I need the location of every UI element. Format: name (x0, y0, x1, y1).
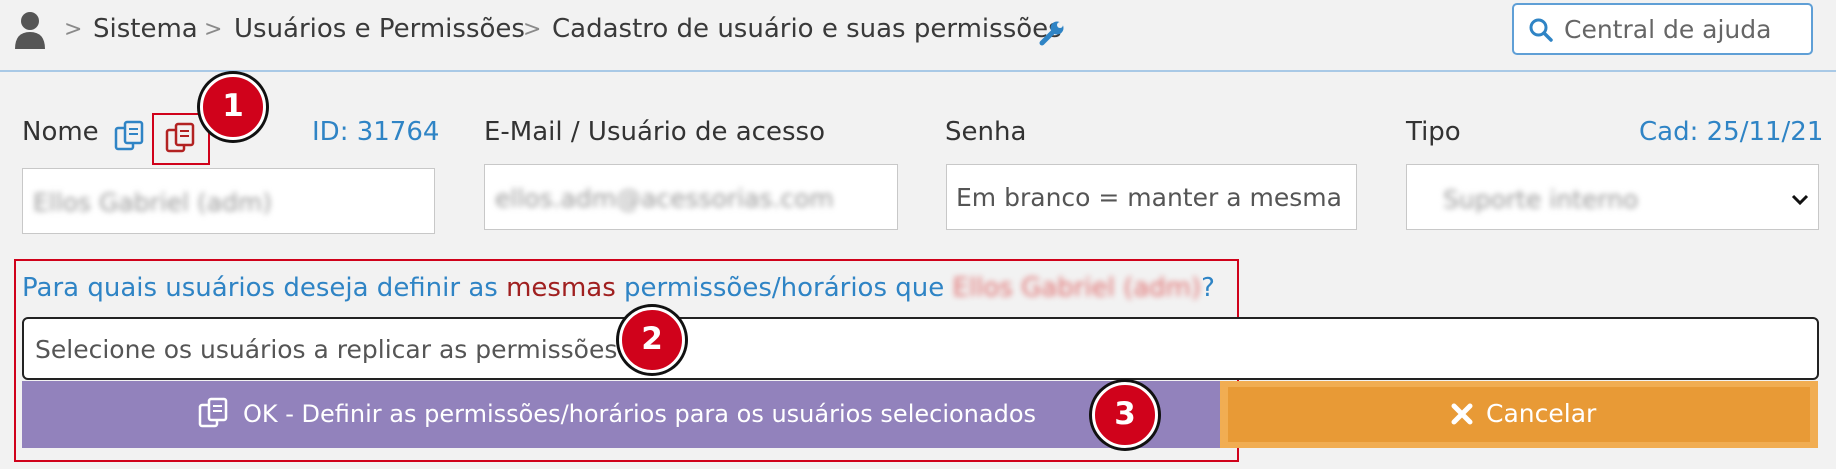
replicate-permissions-button[interactable] (152, 113, 210, 165)
breadcrumb-item-usuarios[interactable]: Usuários e Permissões (234, 14, 525, 44)
users-select-placeholder: Selecione os usuários a replicar as perm… (35, 335, 618, 364)
senha-label: Senha (945, 117, 1027, 147)
wrench-icon[interactable] (1039, 20, 1065, 50)
search-icon (1528, 17, 1554, 47)
replicate-question: Para quais usuários deseja definir as me… (22, 273, 1215, 303)
ok-apply-permissions-button[interactable]: OK - Definir as permissões/horários para… (22, 381, 1220, 448)
tipo-select[interactable]: Suporte interno (1406, 164, 1819, 230)
question-middle: permissões/horários que (615, 273, 953, 303)
senha-placeholder: Em branco = manter a mesma (956, 183, 1342, 212)
top-bar: > Sistema > Usuários e Permissões > Cada… (0, 0, 1836, 72)
ok-button-label: OK - Definir as permissões/horários para… (243, 400, 1037, 428)
breadcrumb-item-sistema[interactable]: Sistema (93, 14, 198, 44)
cancel-button-label: Cancelar (1486, 399, 1597, 428)
breadcrumb-separator: > (523, 17, 542, 42)
breadcrumb-item-current: Cadastro de usuário e suas permissões (552, 14, 1062, 44)
email-value: ellos.adm@acessorias.com (495, 184, 834, 213)
annotation-badge-2: 2 (619, 307, 685, 373)
annotation-badge-1: 1 (200, 74, 266, 140)
cad-date: Cad: 25/11/21 (1639, 117, 1824, 147)
question-user: Ellos Gabriel (adm) (952, 273, 1202, 303)
chevron-down-icon (1791, 191, 1809, 210)
question-suffix: ? (1201, 273, 1215, 303)
question-prefix: Para quais usuários deseja definir as (22, 273, 507, 303)
nome-value: Ellos Gabriel (adm) (33, 188, 273, 217)
cancel-button[interactable]: Cancelar (1220, 381, 1818, 448)
email-input[interactable]: ellos.adm@acessorias.com (484, 164, 898, 230)
nome-label: Nome (22, 117, 99, 147)
copy-icon (197, 396, 231, 434)
help-center-search[interactable]: Central de ajuda (1512, 3, 1813, 55)
breadcrumb-separator: > (64, 17, 83, 42)
close-icon (1450, 402, 1474, 430)
tipo-label: Tipo (1406, 117, 1461, 147)
breadcrumb-separator: > (204, 17, 223, 42)
senha-input[interactable]: Em branco = manter a mesma (946, 164, 1357, 230)
user-icon[interactable] (14, 10, 46, 54)
annotation-badge-3: 3 (1092, 382, 1158, 448)
tipo-value: Suporte interno (1443, 185, 1639, 214)
search-label: Central de ajuda (1564, 15, 1772, 44)
replicate-permissions-icon (164, 121, 198, 159)
user-id: ID: 31764 (312, 117, 440, 147)
nome-input[interactable]: Ellos Gabriel (adm) (22, 168, 435, 234)
users-select-input[interactable]: Selecione os usuários a replicar as perm… (22, 317, 1819, 380)
copy-icon[interactable] (113, 119, 147, 157)
email-label: E-Mail / Usuário de acesso (484, 117, 825, 147)
question-highlight: mesmas (506, 273, 616, 303)
cancel-button-face: Cancelar (1228, 387, 1810, 442)
